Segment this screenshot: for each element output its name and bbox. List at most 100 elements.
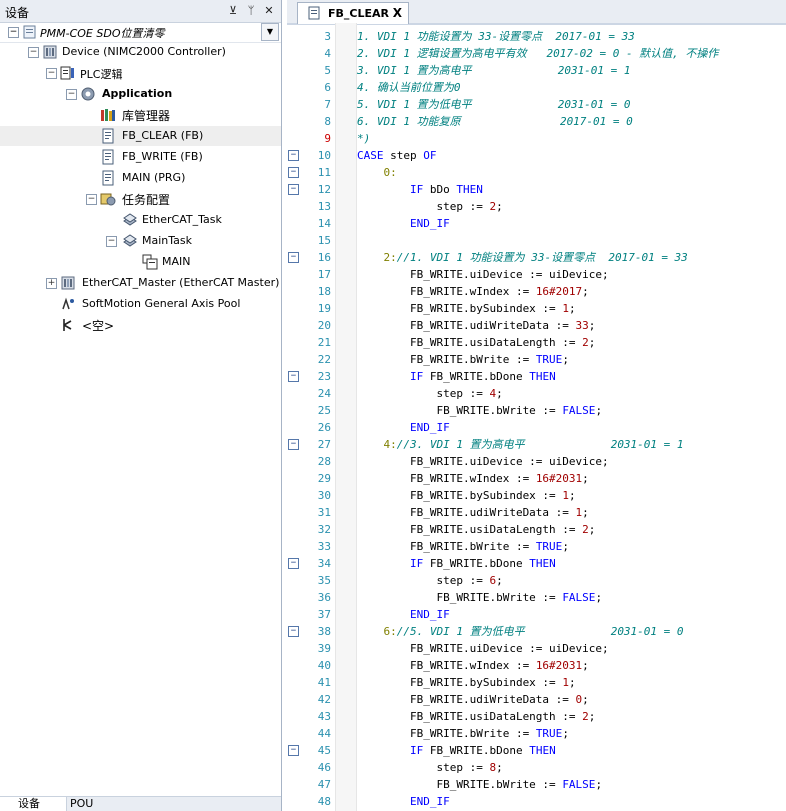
code-line[interactable]: 6 4. 确认当前位置为0 (287, 79, 786, 96)
code-line[interactable]: 39 FB_WRITE.uiDevice := uiDevice; (287, 640, 786, 657)
code-line[interactable]: 5 3. VDI 1 置为高电平 2031-01 = 1 (287, 62, 786, 79)
tree-item[interactable]: + EtherCAT_Master (EtherCAT Master) (0, 273, 281, 293)
tree-item[interactable]: MAIN (0, 252, 281, 272)
tree-item[interactable]: − Device (NIMC2000 Controller) (0, 42, 281, 62)
code-line[interactable]: 36 FB_WRITE.bWrite := FALSE; (287, 589, 786, 606)
tab-pou[interactable]: POU (52, 797, 120, 811)
fold-toggle-icon[interactable]: − (288, 745, 299, 756)
code-line[interactable]: − 16 2://1. VDI 1 功能设置为 33-设置零点 2017-01 =… (287, 249, 786, 266)
tab-fb-clear[interactable]: FB_CLEAR X (297, 2, 409, 24)
fold-toggle-icon[interactable]: − (288, 184, 299, 195)
fold-toggle-icon[interactable]: − (288, 167, 299, 178)
code-line[interactable]: 19 FB_WRITE.bySubindex := 1; (287, 300, 786, 317)
code-text: FB_WRITE.usiDataLength := 2; (357, 523, 596, 536)
tree-item[interactable]: − PLC逻辑 (0, 63, 281, 83)
code-line[interactable]: − 34 IF FB_WRITE.bDone THEN (287, 555, 786, 572)
application-gear-icon (80, 86, 96, 102)
tree-item[interactable]: SoftMotion General Axis Pool (0, 294, 281, 314)
dropdown-icon[interactable]: ⊻ (225, 3, 241, 19)
code-line[interactable]: − 10 CASE step OF (287, 147, 786, 164)
axis-pool-icon (60, 296, 76, 312)
line-number: 12 (317, 183, 331, 196)
tree-item[interactable]: FB_CLEAR (FB) (0, 126, 281, 146)
code-line[interactable]: − 27 4://3. VDI 1 置为高电平 2031-01 = 1 (287, 436, 786, 453)
code-line[interactable]: 22 FB_WRITE.bWrite := TRUE; (287, 351, 786, 368)
code-line[interactable]: 33 FB_WRITE.bWrite := TRUE; (287, 538, 786, 555)
line-number: 4 (324, 47, 331, 60)
code-line[interactable]: 9 *) (287, 130, 786, 147)
code-line[interactable]: 14 END_IF (287, 215, 786, 232)
code-line[interactable]: 30 FB_WRITE.bySubindex := 1; (287, 487, 786, 504)
close-tab-icon[interactable]: X (393, 6, 402, 20)
line-number: 15 (317, 234, 331, 247)
code-line[interactable]: 4 2. VDI 1 逻辑设置为高电平有效 2017-02 = 0 - 默认值, … (287, 45, 786, 62)
left-bottom-tabs: 设备 POU (0, 796, 281, 811)
code-line[interactable]: 48 END_IF (287, 793, 786, 810)
fold-toggle-icon[interactable]: − (288, 150, 299, 161)
code-line[interactable]: 29 FB_WRITE.wIndex := 16#2031; (287, 470, 786, 487)
function-block-icon (100, 149, 116, 165)
code-line[interactable]: 43 FB_WRITE.usiDataLength := 2; (287, 708, 786, 725)
devices-panel: 设备 ⊻ ᛘ ✕ − PMM-COE SDO位置清零 ▼ − Device (NI… (0, 0, 282, 811)
collapse-icon[interactable]: − (28, 47, 39, 58)
code-line[interactable]: 32 FB_WRITE.usiDataLength := 2; (287, 521, 786, 538)
tree-item[interactable]: FB_WRITE (FB) (0, 147, 281, 167)
tree-item[interactable]: <空> (0, 315, 281, 335)
tree-item[interactable]: − Application (0, 84, 281, 104)
code-line[interactable]: − 45 IF FB_WRITE.bDone THEN (287, 742, 786, 759)
code-line[interactable]: 20 FB_WRITE.udiWriteData := 33; (287, 317, 786, 334)
tree-item-label: MainTask (142, 234, 192, 247)
code-line[interactable]: 44 FB_WRITE.bWrite := TRUE; (287, 725, 786, 742)
code-line[interactable]: 41 FB_WRITE.bySubindex := 1; (287, 674, 786, 691)
code-line[interactable]: 21 FB_WRITE.usiDataLength := 2; (287, 334, 786, 351)
fold-toggle-icon[interactable]: − (288, 371, 299, 382)
code-line[interactable]: 3 1. VDI 1 功能设置为 33-设置零点 2017-01 = 33 (287, 28, 786, 45)
fold-toggle-icon[interactable]: − (288, 439, 299, 450)
code-line[interactable]: 17 FB_WRITE.uiDevice := uiDevice; (287, 266, 786, 283)
fold-toggle-icon[interactable]: − (288, 252, 299, 263)
close-icon[interactable]: ✕ (261, 3, 277, 19)
task-icon (122, 233, 138, 249)
code-line[interactable]: 26 END_IF (287, 419, 786, 436)
fold-toggle-icon[interactable]: − (288, 626, 299, 637)
expand-icon[interactable]: + (46, 278, 57, 289)
code-text: FB_WRITE.usiDataLength := 2; (357, 336, 596, 349)
tree-item[interactable]: EtherCAT_Task (0, 210, 281, 230)
collapse-icon[interactable]: − (46, 68, 57, 79)
code-line[interactable]: 40 FB_WRITE.wIndex := 16#2031; (287, 657, 786, 674)
tree-item[interactable]: − MainTask (0, 231, 281, 251)
tree-item[interactable]: MAIN (PRG) (0, 168, 281, 188)
code-line[interactable]: 13 step := 2; (287, 198, 786, 215)
chevron-down-icon[interactable]: ▼ (261, 23, 279, 41)
code-line[interactable]: − 12 IF bDo THEN (287, 181, 786, 198)
code-line[interactable]: 46 step := 8; (287, 759, 786, 776)
code-line[interactable]: − 38 6://5. VDI 1 置为低电平 2031-01 = 0 (287, 623, 786, 640)
project-root-row[interactable]: − PMM-COE SDO位置清零 ▼ (0, 22, 281, 43)
tree-item[interactable]: 库管理器 (0, 105, 281, 125)
code-line[interactable]: 42 FB_WRITE.udiWriteData := 0; (287, 691, 786, 708)
code-line[interactable]: 28 FB_WRITE.uiDevice := uiDevice; (287, 453, 786, 470)
function-block-icon (308, 6, 320, 20)
code-line[interactable]: 8 6. VDI 1 功能复原 2017-01 = 0 (287, 113, 786, 130)
code-line[interactable]: − 23 IF FB_WRITE.bDone THEN (287, 368, 786, 385)
code-line[interactable]: 35 step := 6; (287, 572, 786, 589)
pin-icon[interactable]: ᛘ (243, 3, 259, 19)
code-line[interactable]: 25 FB_WRITE.bWrite := FALSE; (287, 402, 786, 419)
code-line[interactable]: 37 END_IF (287, 606, 786, 623)
code-line[interactable]: 47 FB_WRITE.bWrite := FALSE; (287, 776, 786, 793)
collapse-icon[interactable]: − (86, 194, 97, 205)
code-line[interactable]: − 11 0: (287, 164, 786, 181)
collapse-icon[interactable]: − (106, 236, 117, 247)
code-line[interactable]: 31 FB_WRITE.udiWriteData := 1; (287, 504, 786, 521)
fold-toggle-icon[interactable]: − (288, 558, 299, 569)
code-text: 4. 确认当前位置为0 (357, 81, 461, 94)
code-line[interactable]: 7 5. VDI 1 置为低电平 2031-01 = 0 (287, 96, 786, 113)
line-number: 10 (317, 149, 331, 162)
collapse-icon[interactable]: − (66, 89, 77, 100)
code-line[interactable]: 24 step := 4; (287, 385, 786, 402)
line-number: 42 (317, 693, 331, 706)
code-line[interactable]: 18 FB_WRITE.wIndex := 16#2017; (287, 283, 786, 300)
code-line[interactable]: 15 (287, 232, 786, 249)
tree-item-label: EtherCAT_Task (142, 213, 222, 226)
tree-item[interactable]: − 任务配置 (0, 189, 281, 209)
